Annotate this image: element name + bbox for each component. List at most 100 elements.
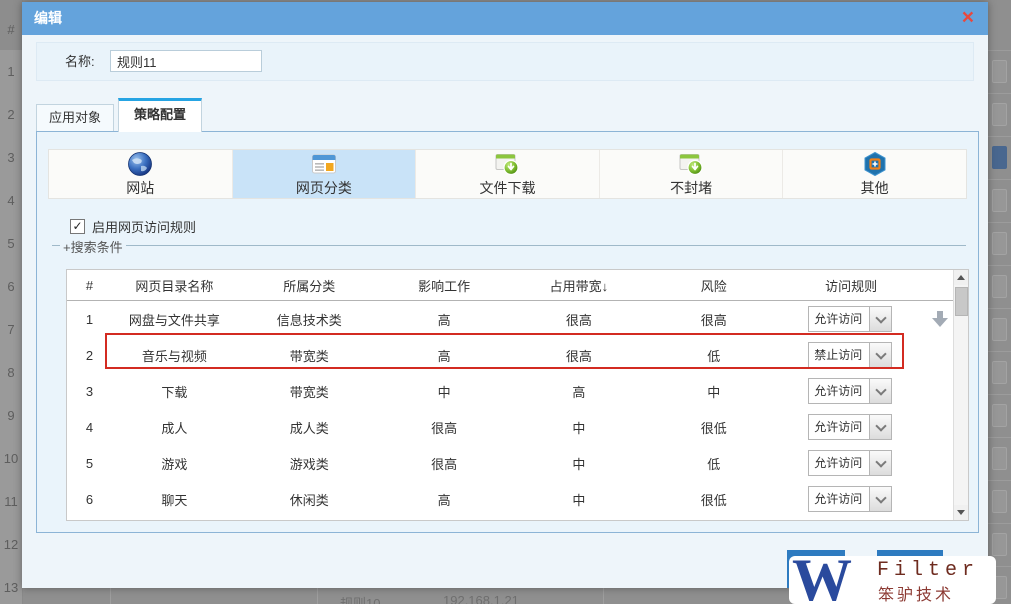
access-rule-select[interactable]: 允许访问	[808, 378, 892, 404]
policy-config-panel: 网站 网页分类	[36, 131, 979, 533]
cell-impact: 高	[382, 346, 507, 365]
toolbar-item-other[interactable]: 其他	[783, 150, 966, 198]
close-icon[interactable]: ×	[962, 6, 974, 30]
cell-bandwidth: 很高	[507, 346, 652, 365]
col-header-category[interactable]: 所属分类	[237, 276, 382, 295]
col-header-bandwidth[interactable]: 占用带宽↓	[507, 276, 652, 295]
col-header-rule[interactable]: 访问规则	[776, 276, 926, 295]
watermark-brand: Filter	[877, 559, 979, 582]
cell-impact: 中	[382, 382, 507, 401]
cell-category: 信息技术类	[237, 310, 382, 329]
cell-num: 3	[67, 384, 112, 399]
cell-name: 游戏	[112, 454, 237, 473]
chevron-down-icon[interactable]	[869, 307, 891, 331]
access-rule-value: 允许访问	[809, 487, 869, 511]
wfilter-watermark: W Filter 笨驴技术	[789, 556, 996, 604]
table-row: 4 成人 成人类 很高 中 很低 允许访问	[67, 409, 954, 445]
background-ghost-button	[992, 60, 1007, 83]
name-input[interactable]	[110, 50, 262, 72]
cell-num: 6	[67, 492, 112, 507]
toolbar-item-no-block[interactable]: 不封堵	[600, 150, 784, 198]
tab-policy-config[interactable]: 策略配置	[118, 98, 202, 132]
table-row: 6 聊天 休闲类 高 中 很低 允许访问	[67, 481, 954, 517]
background-ghost-button	[992, 361, 1007, 384]
cell-num: 2	[67, 348, 112, 363]
access-rule-select[interactable]: 禁止访问	[808, 342, 892, 368]
background-col-header: #	[0, 22, 22, 37]
cell-risk: 低	[651, 346, 776, 365]
col-header-impact[interactable]: 影响工作	[382, 276, 507, 295]
cell-impact: 很高	[382, 418, 507, 437]
access-rule-select[interactable]: 允许访问	[808, 450, 892, 476]
enable-rule-row: ✓ 启用网页访问规则	[70, 217, 196, 236]
background-ghost-button	[992, 146, 1007, 169]
cell-category: 带宽类	[237, 346, 382, 365]
background-row-number: 1	[0, 64, 22, 79]
access-rule-select[interactable]: 允许访问	[808, 486, 892, 512]
cell-bandwidth: 高	[507, 382, 652, 401]
col-header-num: #	[67, 278, 112, 293]
access-rule-select[interactable]: 允许访问	[808, 414, 892, 440]
cell-risk: 很低	[651, 490, 776, 509]
cell-category: 成人类	[237, 418, 382, 437]
scroll-down-icon[interactable]	[954, 505, 968, 520]
background-row-number: 7	[0, 322, 22, 337]
table-row: 2 音乐与视频 带宽类 高 很高 低 禁止访问	[67, 337, 954, 373]
move-down-icon[interactable]	[932, 311, 948, 327]
background-row-number: 3	[0, 150, 22, 165]
cell-name: 下载	[112, 382, 237, 401]
chevron-down-icon[interactable]	[869, 415, 891, 439]
table-scrollbar[interactable]	[953, 270, 968, 520]
scroll-up-icon[interactable]	[954, 270, 968, 285]
background-ghost-button	[992, 318, 1007, 341]
background-action-column	[988, 0, 1011, 604]
cell-name: 音乐与视频	[112, 346, 237, 365]
dialog-title: 编辑	[34, 2, 62, 35]
table-row: 1 网盘与文件共享 信息技术类 高 很高 很高 允许访问	[67, 301, 954, 337]
cell-name: 成人	[112, 418, 237, 437]
scrollbar-thumb[interactable]	[955, 287, 968, 316]
access-rule-value: 允许访问	[809, 379, 869, 403]
background-row-number: 5	[0, 236, 22, 251]
background-row-number: 12	[0, 537, 22, 552]
cell-category: 休闲类	[237, 490, 382, 509]
cell-impact: 高	[382, 310, 507, 329]
chevron-down-icon[interactable]	[869, 487, 891, 511]
cell-risk: 很高	[651, 310, 776, 329]
background-row-number: 4	[0, 193, 22, 208]
enable-rule-checkbox[interactable]: ✓	[70, 219, 85, 234]
name-field-bar: 名称:	[36, 42, 974, 81]
dialog-header: 编辑 ×	[22, 2, 988, 35]
cell-risk: 低	[651, 454, 776, 473]
chevron-down-icon[interactable]	[869, 379, 891, 403]
background-ghost-button	[992, 490, 1007, 513]
enable-rule-label: 启用网页访问规则	[92, 217, 196, 236]
dim-text-fragment: 192.168.1.21	[443, 593, 519, 604]
search-condition-legend[interactable]: +搜索条件	[60, 237, 126, 256]
cell-num: 4	[67, 420, 112, 435]
background-ghost-button	[992, 533, 1007, 556]
background-row-number: 13	[0, 580, 22, 595]
chevron-down-icon[interactable]	[869, 343, 891, 367]
file-download-icon	[494, 151, 520, 177]
background-ghost-button	[992, 275, 1007, 298]
col-header-risk[interactable]: 风险	[651, 276, 776, 295]
wfilter-logo: W	[792, 556, 852, 604]
col-header-name[interactable]: 网页目录名称	[112, 276, 237, 295]
toolbar-item-webpage-category[interactable]: 网页分类	[233, 150, 417, 198]
toolbar-item-label: 网站	[126, 178, 154, 198]
chevron-down-icon[interactable]	[869, 451, 891, 475]
screen: #12345678910111213 规则10192.168.1.21 编辑 ×…	[0, 0, 1011, 604]
webpage-category-icon	[311, 151, 337, 177]
tab-application-object[interactable]: 应用对象	[36, 104, 114, 132]
toolbar-item-website[interactable]: 网站	[49, 150, 233, 198]
dialog-tabs: 应用对象 策略配置	[36, 98, 202, 132]
background-row-number: 2	[0, 107, 22, 122]
toolbar-item-file-download[interactable]: 文件下载	[416, 150, 600, 198]
background-ghost-button	[992, 447, 1007, 470]
globe-icon	[127, 151, 153, 177]
background-ghost-button	[992, 189, 1007, 212]
cell-impact: 高	[382, 490, 507, 509]
access-rule-select[interactable]: 允许访问	[808, 306, 892, 332]
table-header-row: # 网页目录名称 所属分类 影响工作 占用带宽↓ 风险 访问规则	[67, 270, 954, 301]
